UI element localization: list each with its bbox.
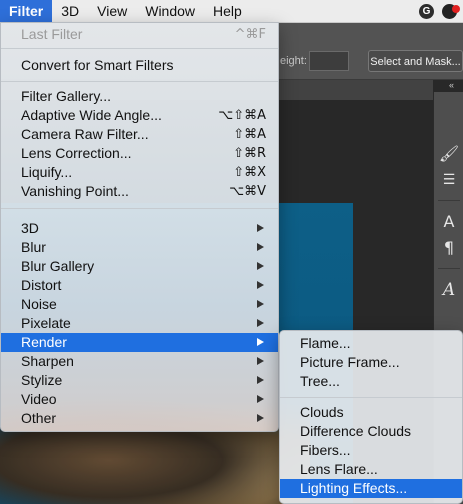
menu-item-last-filter: Last Filter ^⌘F — [1, 25, 278, 44]
menu-bar: Filter 3D View Window Help G — [0, 0, 463, 23]
menu-item-label: Tree... — [300, 373, 340, 389]
menu-item-lens-flare[interactable]: Lens Flare... — [280, 460, 462, 479]
glyph-icon[interactable]: A — [434, 280, 463, 300]
height-label: eight: — [280, 55, 307, 67]
menu-item-fibers[interactable]: Fibers... — [280, 441, 462, 460]
menu-item-clouds[interactable]: Clouds — [280, 403, 462, 422]
paragraph-icon[interactable]: ¶ — [434, 238, 463, 257]
menu-separator — [1, 208, 278, 209]
menu-item-shortcut: ^⌘F — [234, 27, 266, 42]
menu-item-label: Convert for Smart Filters — [21, 57, 174, 73]
submenu-arrow-icon — [257, 338, 264, 346]
menu-item-label: Stylize — [21, 372, 63, 388]
type-icon[interactable]: A — [434, 212, 463, 231]
select-and-mask-button[interactable]: Select and Mask... — [368, 50, 463, 72]
menu-item-label: Filter Gallery... — [21, 88, 111, 104]
menu-item-vanishing-point[interactable]: Vanishing Point... ⌥⌘V — [1, 182, 278, 201]
menu-item-flame[interactable]: Flame... — [280, 334, 462, 353]
menu-separator — [1, 48, 278, 49]
menu-item-label: Flame... — [300, 335, 351, 351]
menu-separator — [1, 81, 278, 82]
menu-item-shortcut: ⇧⌘A — [233, 127, 266, 142]
menu-item-liquify[interactable]: Liquify... ⇧⌘X — [1, 163, 278, 182]
menu-item-label: Camera Raw Filter... — [21, 126, 149, 142]
menu-item-stylize[interactable]: Stylize — [1, 371, 278, 390]
menu-item-label: Liquify... — [21, 164, 73, 180]
menu-item-label: Video — [21, 391, 57, 407]
submenu-arrow-icon — [257, 376, 264, 384]
brush-icon[interactable]: 🖌 — [434, 144, 463, 163]
menu-item-lens-correction[interactable]: Lens Correction... ⇧⌘R — [1, 144, 278, 163]
grammarly-icon[interactable]: G — [419, 3, 434, 19]
record-icon[interactable] — [442, 3, 460, 19]
menu-view[interactable]: View — [88, 0, 136, 22]
menu-item-label: Picture Frame... — [300, 354, 400, 370]
menu-item-label: Lens Correction... — [21, 145, 132, 161]
menu-item-filter-gallery[interactable]: Filter Gallery... — [1, 87, 278, 106]
menu-item-blur-gallery[interactable]: Blur Gallery — [1, 257, 278, 276]
submenu-arrow-icon — [257, 262, 264, 270]
menu-item-convert-smart-filters[interactable]: Convert for Smart Filters — [1, 56, 278, 75]
menu-item-shortcut: ⌥⌘V — [229, 184, 266, 199]
menu-item-label: Other — [21, 410, 57, 426]
menu-item-shortcut: ⇧⌘R — [233, 146, 266, 161]
submenu-arrow-icon — [257, 357, 264, 365]
menu-item-camera-raw[interactable]: Camera Raw Filter... ⇧⌘A — [1, 125, 278, 144]
submenu-arrow-icon — [257, 300, 264, 308]
menu-item-lighting-effects[interactable]: Lighting Effects... — [280, 479, 462, 498]
render-submenu: Flame... Picture Frame... Tree... Clouds… — [279, 330, 463, 504]
submenu-arrow-icon — [257, 224, 264, 232]
menu-item-blur[interactable]: Blur — [1, 238, 278, 257]
submenu-arrow-icon — [257, 243, 264, 251]
menu-separator — [280, 397, 462, 398]
menu-window[interactable]: Window — [136, 0, 204, 22]
menu-item-label: Clouds — [300, 404, 344, 420]
menu-item-label: Lens Flare... — [300, 461, 378, 477]
menu-item-label: Vanishing Point... — [21, 183, 129, 199]
menu-item-3d[interactable]: 3D — [1, 219, 278, 238]
menu-item-picture-frame[interactable]: Picture Frame... — [280, 353, 462, 372]
menu-item-label: Last Filter — [21, 26, 83, 42]
menu-item-label: Fibers... — [300, 442, 351, 458]
menu-item-label: 3D — [21, 220, 39, 236]
submenu-arrow-icon — [257, 281, 264, 289]
menu-item-distort[interactable]: Distort — [1, 276, 278, 295]
submenu-arrow-icon — [257, 414, 264, 422]
height-field[interactable] — [309, 51, 349, 71]
collapse-panels-icon[interactable]: « — [449, 80, 454, 90]
menu-item-label: Blur Gallery — [21, 258, 95, 274]
menu-item-video[interactable]: Video — [1, 390, 278, 409]
menu-item-other[interactable]: Other — [1, 409, 278, 428]
menu-filter[interactable]: Filter — [0, 0, 53, 22]
status-area: G — [419, 3, 463, 19]
menu-item-label: Lighting Effects... — [300, 480, 408, 496]
panel-divider — [438, 268, 460, 269]
menu-item-label: Render — [21, 334, 67, 350]
filter-menu: Last Filter ^⌘F Convert for Smart Filter… — [0, 22, 279, 432]
menu-item-pixelate[interactable]: Pixelate — [1, 314, 278, 333]
submenu-arrow-icon — [257, 319, 264, 327]
menu-item-label: Blur — [21, 239, 46, 255]
menu-item-label: Pixelate — [21, 315, 71, 331]
menu-3d[interactable]: 3D — [52, 0, 88, 22]
menu-help[interactable]: Help — [204, 0, 251, 22]
menu-item-tree[interactable]: Tree... — [280, 372, 462, 391]
menu-item-label: Adaptive Wide Angle... — [21, 107, 162, 123]
menu-item-label: Difference Clouds — [300, 423, 412, 439]
sliders-icon[interactable]: ☰ — [434, 172, 463, 188]
menu-item-label: Noise — [21, 296, 57, 312]
menu-item-difference-clouds[interactable]: Difference Clouds — [280, 422, 462, 441]
menu-item-shortcut: ⌥⇧⌘A — [218, 108, 266, 123]
menu-item-sharpen[interactable]: Sharpen — [1, 352, 278, 371]
panel-divider — [438, 200, 460, 201]
menu-item-adaptive-wide-angle[interactable]: Adaptive Wide Angle... ⌥⇧⌘A — [1, 106, 278, 125]
submenu-arrow-icon — [257, 395, 264, 403]
menu-item-noise[interactable]: Noise — [1, 295, 278, 314]
menu-item-label: Sharpen — [21, 353, 74, 369]
menu-item-shortcut: ⇧⌘X — [233, 165, 266, 180]
menu-item-label: Distort — [21, 277, 62, 293]
menu-item-render[interactable]: Render — [1, 333, 278, 352]
